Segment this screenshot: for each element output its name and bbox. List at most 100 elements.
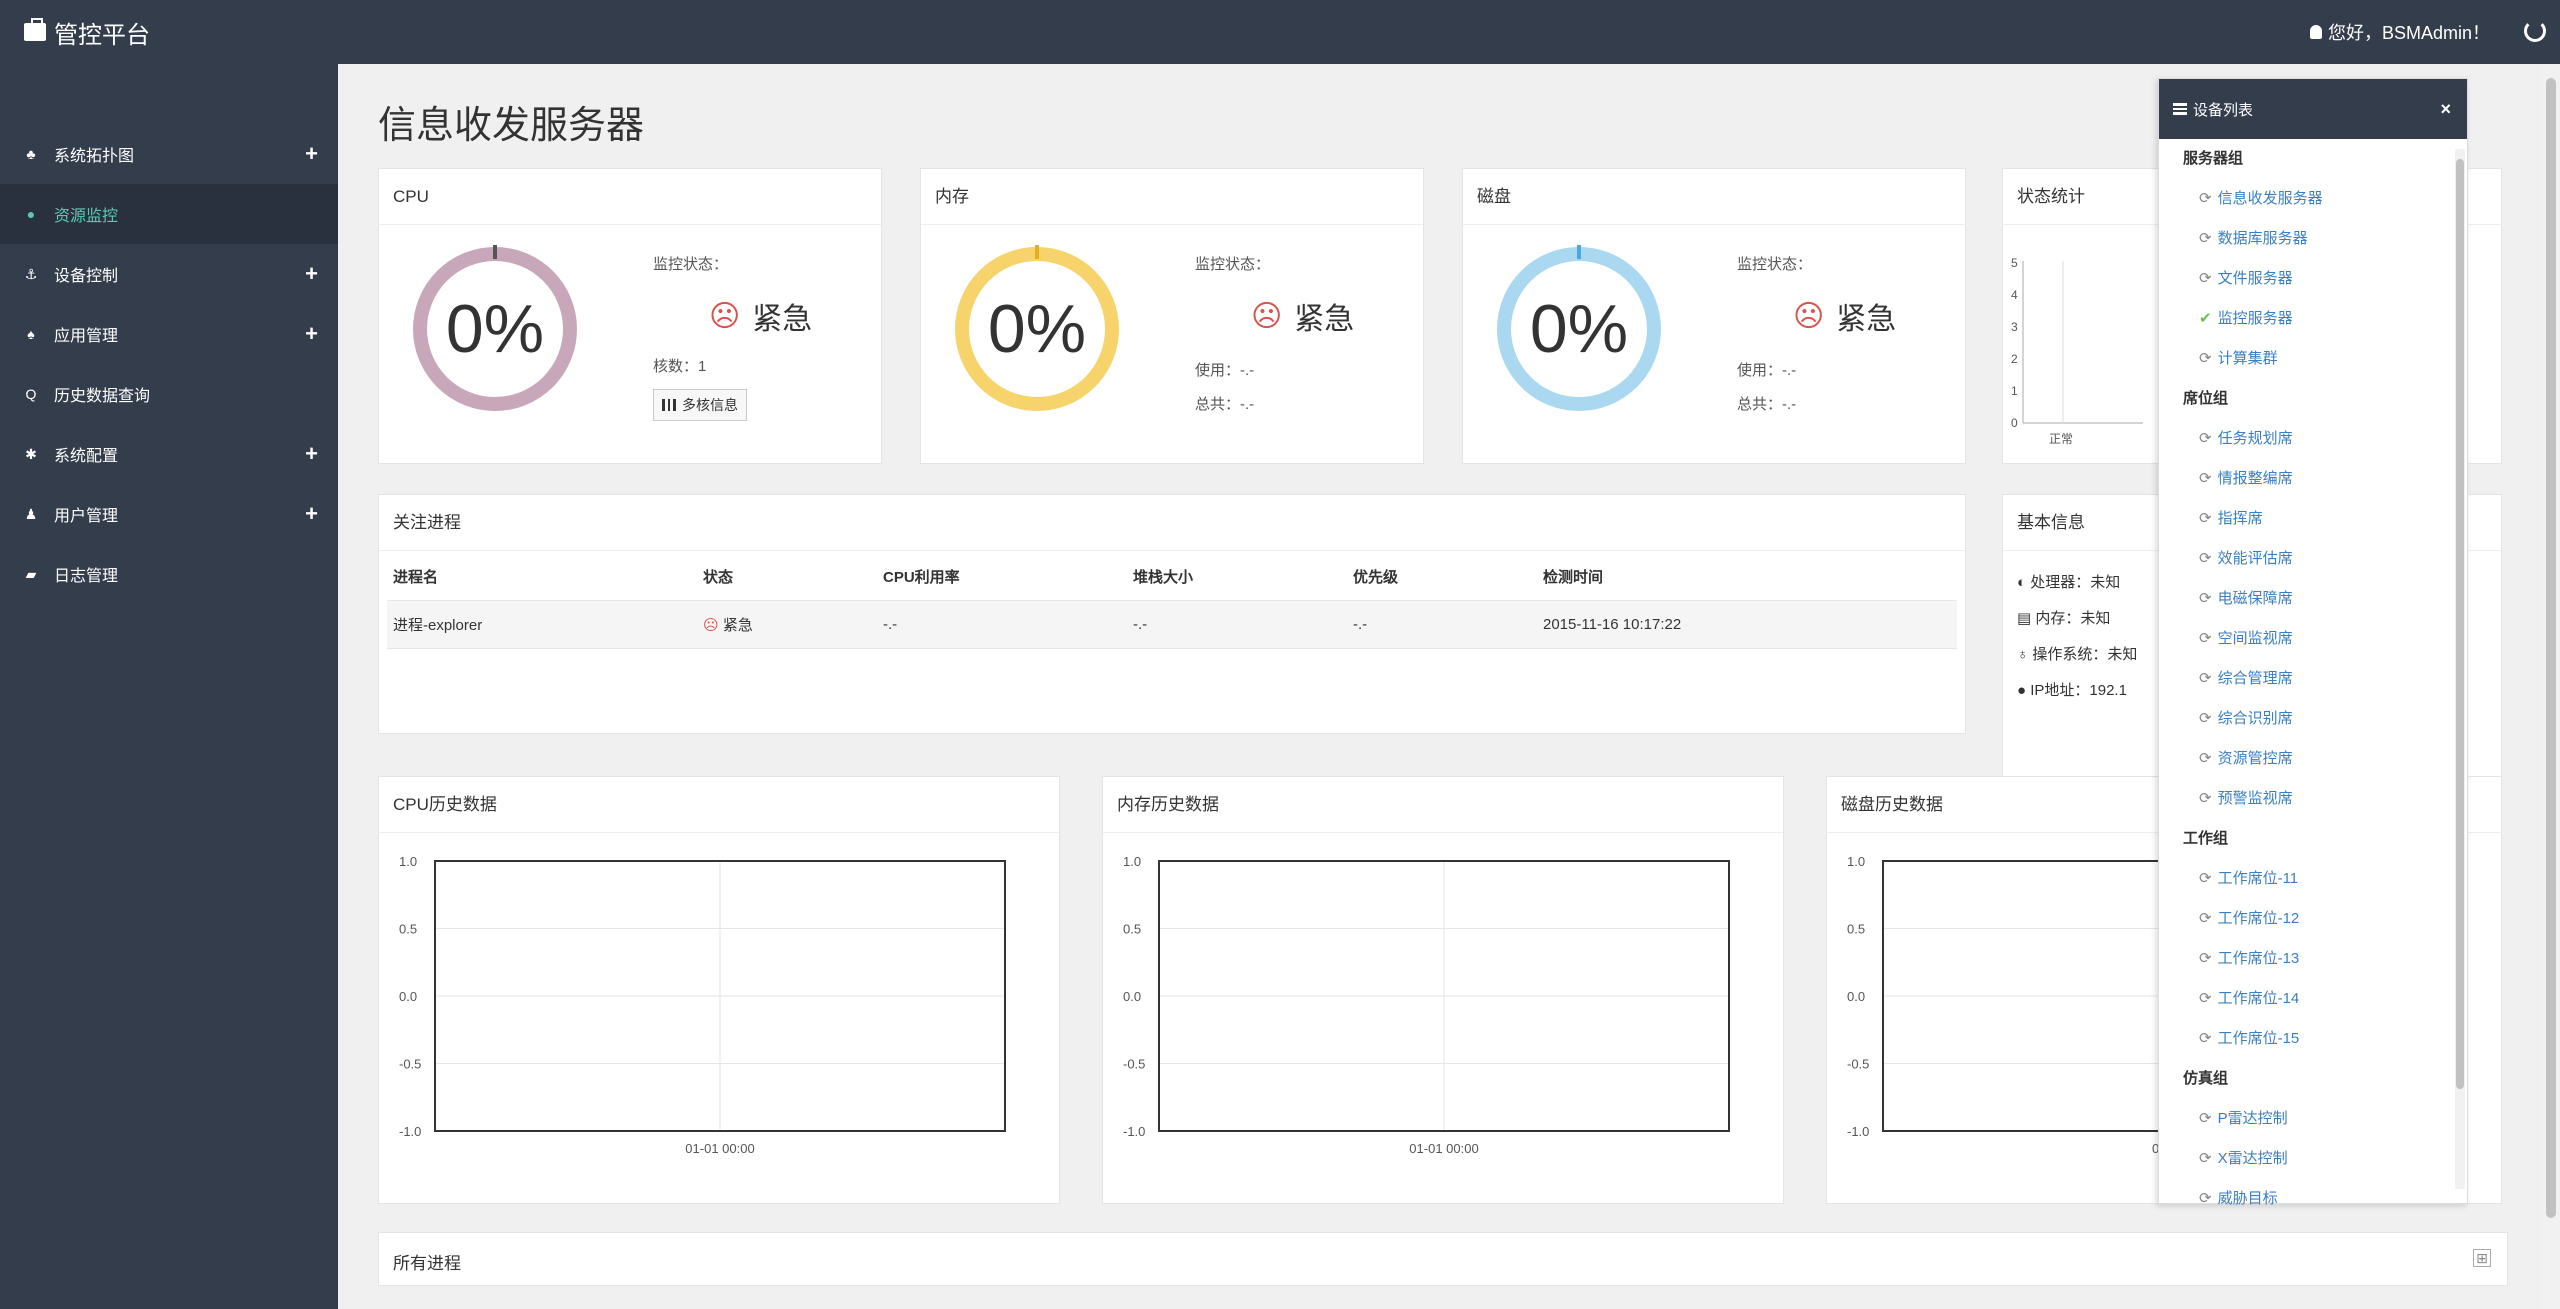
status-indicator: ☹ 紧急 xyxy=(1251,294,1354,338)
expand-icon[interactable]: + xyxy=(305,141,318,167)
multicore-info-button[interactable]: 多核信息 xyxy=(653,389,747,421)
y-tick-label: 1.0 xyxy=(1123,854,1141,869)
disk-panel: 磁盘 0% 监控状态： ☹ 紧急 使用：-.- 总共：-.- xyxy=(1462,168,1966,464)
device-item[interactable]: ⟳ 综合管理席 xyxy=(2159,659,2457,699)
device-item[interactable]: ⟳ 计算集群 xyxy=(2159,339,2457,379)
device-item[interactable]: ⟳ 工作席位-11 xyxy=(2159,859,2457,899)
cpu-usage: -.- xyxy=(883,616,898,633)
device-item[interactable]: ⟳ 指挥席 xyxy=(2159,499,2457,539)
expand-icon[interactable]: ⊞ xyxy=(2473,1249,2491,1267)
device-item[interactable]: ⟳ 任务规划席 xyxy=(2159,419,2457,459)
sidebar-item-resource-monitor[interactable]: ● 资源监控 xyxy=(0,184,338,244)
device-item[interactable]: ⟳ 工作席位-14 xyxy=(2159,979,2457,1019)
sidebar-item-history-query[interactable]: Q 历史数据查询 xyxy=(0,364,338,424)
device-item[interactable]: ⟳ 信息收发服务器 xyxy=(2159,179,2457,219)
table-row[interactable]: 进程-explorer ☹ 紧急 -.- -.- -.- 2015-11-16 … xyxy=(387,601,1957,649)
sidebar-item-system-config[interactable]: ✱ 系统配置 + xyxy=(0,424,338,484)
refresh-icon: ⟳ xyxy=(2199,630,2212,647)
process-status: ☹ 紧急 xyxy=(697,614,877,635)
device-item[interactable]: ⟳ 电磁保障席 xyxy=(2159,579,2457,619)
device-item[interactable]: ⟳ 数据库服务器 xyxy=(2159,219,2457,259)
app-title: 管控平台 xyxy=(54,21,150,49)
column-header[interactable]: 检测时间 xyxy=(1537,566,1837,587)
close-icon[interactable]: × xyxy=(2440,99,2451,120)
device-group[interactable]: 服务器组 xyxy=(2159,139,2457,179)
status-label: 监控状态： xyxy=(653,256,729,273)
device-item[interactable]: ⟳ 资源管控席 xyxy=(2159,739,2457,779)
device-item[interactable]: ⟳ 效能评估席 xyxy=(2159,539,2457,579)
device-group[interactable]: 席位组 xyxy=(2159,379,2457,419)
device-group[interactable]: 工作组 xyxy=(2159,819,2457,859)
user-menu[interactable]: 您好，BSMAdmin！ xyxy=(2309,0,2490,64)
column-header[interactable]: 状态 xyxy=(697,566,877,587)
device-list-title: 设备列表 xyxy=(2193,101,2254,119)
y-tick: 2 xyxy=(2011,352,2018,366)
processor-icon: ◐ xyxy=(2017,574,2031,591)
refresh-icon: ⟳ xyxy=(2199,190,2212,207)
status-label: 监控状态： xyxy=(1195,256,1271,273)
expand-icon[interactable]: + xyxy=(305,501,318,527)
stack-size: -.- xyxy=(1133,616,1148,633)
refresh-icon: ⟳ xyxy=(2199,1150,2212,1167)
expand-icon[interactable]: + xyxy=(305,321,318,347)
column-header[interactable]: CPU利用率 xyxy=(877,566,1127,587)
scrollbar-thumb[interactable] xyxy=(2456,159,2464,1089)
device-item[interactable]: ⟳ 工作席位-15 xyxy=(2159,1019,2457,1059)
device-item[interactable]: ⟳ 预警监视席 xyxy=(2159,779,2457,819)
page-scrollbar[interactable] xyxy=(2542,64,2560,1309)
device-item[interactable]: ⟳ 威胁目标 xyxy=(2159,1179,2457,1205)
app-icon: ♠ xyxy=(27,326,35,342)
column-header[interactable]: 堆栈大小 xyxy=(1127,566,1347,587)
device-item[interactable]: ⟳ 综合识别席 xyxy=(2159,699,2457,739)
brand[interactable]: 管控平台 xyxy=(24,15,150,50)
device-item[interactable]: ⟳ 工作席位-12 xyxy=(2159,899,2457,939)
anchor-icon: ⚓ xyxy=(24,266,38,282)
disk-gauge: 0% xyxy=(1497,245,1661,411)
device-item[interactable]: ✔ 监控服务器 xyxy=(2159,299,2457,339)
frown-icon: ☹ xyxy=(703,617,723,634)
frown-icon: ☹ xyxy=(1251,299,1283,333)
users-icon: ♟ xyxy=(24,506,38,522)
sidebar-item-label: 系统配置 xyxy=(54,448,119,465)
refresh-icon: ⟳ xyxy=(2199,470,2212,487)
book-icon: ▰ xyxy=(25,566,37,582)
memory-icon: ▤ xyxy=(2017,610,2036,627)
device-item[interactable]: ⟳ 文件服务器 xyxy=(2159,259,2457,299)
sidebar-item-user-management[interactable]: ♟ 用户管理 + xyxy=(0,484,338,544)
status-text: 紧急 xyxy=(1294,303,1355,336)
sidebar: ♣ 系统拓扑图 + ● 资源监控 ⚓ 设备控制 + ♠ 应用管理 + Q 历史数… xyxy=(0,64,338,1309)
sidebar-item-device-control[interactable]: ⚓ 设备控制 + xyxy=(0,244,338,304)
all-process-panel[interactable]: 所有进程 ⊞ xyxy=(378,1232,2508,1286)
device-item[interactable]: ⟳ X雷达控制 xyxy=(2159,1139,2457,1179)
refresh-icon: ⟳ xyxy=(2199,1030,2212,1047)
memory-value: 0% xyxy=(987,291,1087,367)
sidebar-item-topology[interactable]: ♣ 系统拓扑图 + xyxy=(0,124,338,184)
sidebar-item-label: 设备控制 xyxy=(54,268,119,285)
expand-icon[interactable]: + xyxy=(305,261,318,287)
column-header[interactable]: 进程名 xyxy=(387,566,697,587)
refresh-icon: ⟳ xyxy=(2199,710,2212,727)
device-group[interactable]: 仿真组 xyxy=(2159,1059,2457,1099)
device-item[interactable]: ⟳ 情报整编席 xyxy=(2159,459,2457,499)
sidebar-item-app-management[interactable]: ♠ 应用管理 + xyxy=(0,304,338,364)
column-header[interactable]: 优先级 xyxy=(1347,566,1537,587)
sidebar-item-log-management[interactable]: ▰ 日志管理 xyxy=(0,544,338,604)
memory-panel: 内存 0% 监控状态： ☹ 紧急 使用：-.- 总共：-.- xyxy=(920,168,1424,464)
device-item[interactable]: ⟳ 空间监视席 xyxy=(2159,619,2457,659)
device-item-label: 监控服务器 xyxy=(2217,310,2293,327)
device-item[interactable]: ⟳ P雷达控制 xyxy=(2159,1099,2457,1139)
sidebar-item-label: 历史数据查询 xyxy=(54,388,151,405)
memory-history-panel: 内存历史数据 1.0 0.5 0.0 -0.5 -1.0 01-01 00:00 xyxy=(1102,776,1784,1204)
device-item-label: 工作席位-13 xyxy=(2217,950,2300,967)
panel-title: 磁盘 xyxy=(1463,169,1965,225)
basic-cpu: ◐ 处理器：未知 xyxy=(2017,574,2121,591)
scrollbar-thumb[interactable] xyxy=(2546,78,2556,1218)
refresh-icon: ⟳ xyxy=(2199,750,2212,767)
device-list-header: 设备列表 × xyxy=(2159,79,2467,139)
power-icon[interactable] xyxy=(2524,20,2546,42)
panel-title: 关注进程 xyxy=(379,495,1965,551)
scrollbar[interactable] xyxy=(2455,149,2465,1189)
y-tick: 5 xyxy=(2011,256,2018,270)
device-item[interactable]: ⟳ 工作席位-13 xyxy=(2159,939,2457,979)
expand-icon[interactable]: + xyxy=(305,441,318,467)
